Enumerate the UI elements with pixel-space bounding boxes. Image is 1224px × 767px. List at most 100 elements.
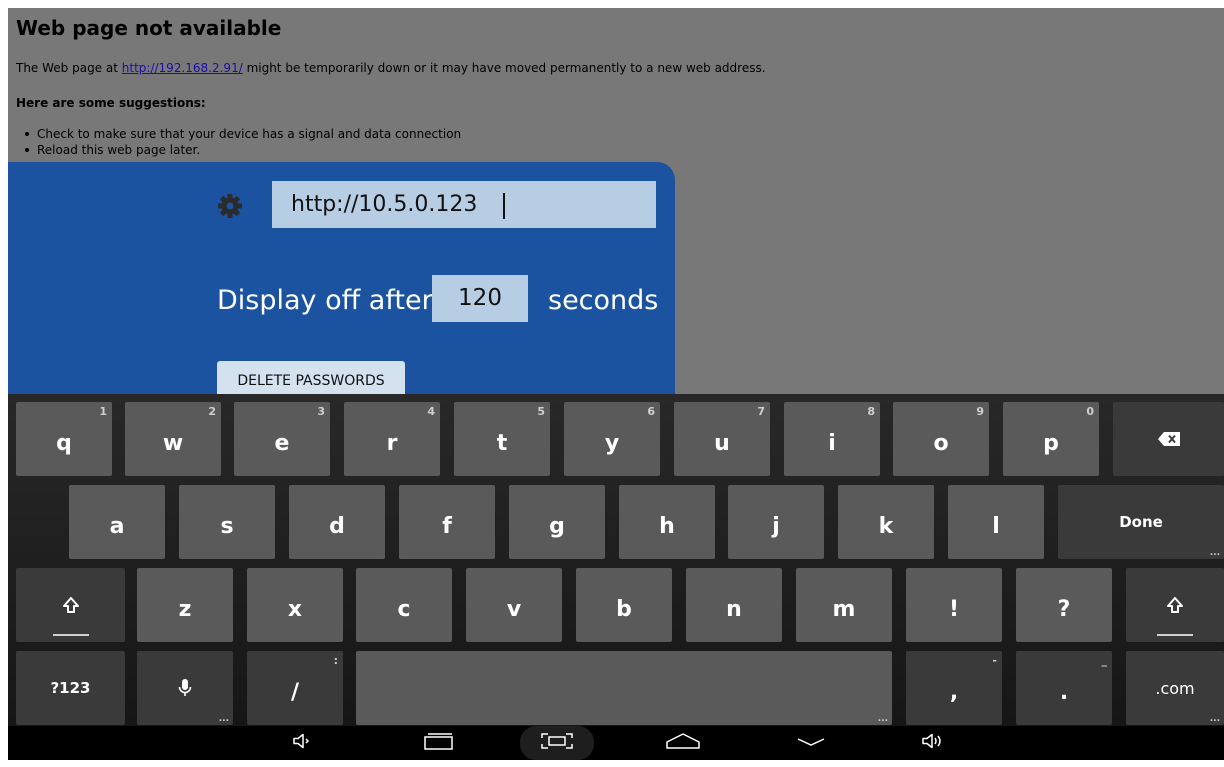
key-label: . [1059, 679, 1069, 705]
key-f[interactable]: f [399, 485, 495, 559]
key-p[interactable]: 0p [1003, 402, 1099, 476]
error-message-suffix: might be temporarily down or it may have… [242, 61, 766, 75]
key-z[interactable]: z [137, 568, 233, 642]
key-hint: 6 [647, 405, 655, 418]
page-title: Web page not available [16, 16, 282, 40]
shift-icon [1166, 596, 1184, 614]
done-label: Done [1119, 513, 1163, 531]
key-g[interactable]: g [509, 485, 605, 559]
key-label: a [109, 513, 125, 539]
mic-key[interactable]: ... [137, 651, 233, 725]
symbols-key[interactable]: ?123 [16, 651, 125, 725]
key-j[interactable]: j [728, 485, 824, 559]
key-slash[interactable]: : / [247, 651, 343, 725]
hide-keyboard-icon [796, 734, 826, 753]
key-label: k [878, 513, 894, 539]
volume-up-button[interactable] [908, 726, 958, 760]
key-w[interactable]: 2w [125, 402, 221, 476]
key-label: c [397, 596, 411, 622]
key-b[interactable]: b [576, 568, 672, 642]
key-label: t [496, 430, 508, 456]
key-label: r [386, 430, 398, 456]
shift-indicator [52, 634, 89, 636]
key-q[interactable]: 1q [16, 402, 112, 476]
key-label: g [549, 513, 565, 539]
shift-key-right[interactable] [1126, 568, 1224, 642]
more-indicator: ... [877, 714, 888, 724]
key-label: w [162, 430, 184, 456]
key-m[interactable]: m [796, 568, 892, 642]
key-question[interactable]: ? [1016, 568, 1112, 642]
key-i[interactable]: 8i [784, 402, 880, 476]
key-label: o [933, 430, 949, 456]
key-label: .com [1155, 678, 1195, 698]
display-off-label: Display off after [217, 285, 433, 316]
key-hint: 4 [427, 405, 435, 418]
key-period[interactable]: _. [1016, 651, 1112, 725]
key-label: / [290, 679, 300, 705]
failed-url-link[interactable]: http://192.168.2.91/ [122, 61, 243, 75]
settings-panel: Display off after seconds DELETE PASSWOR… [8, 162, 675, 402]
key-label: d [329, 513, 345, 539]
suggestions-list: Check to make sure that your device has … [16, 126, 461, 158]
done-key[interactable]: Done... [1058, 485, 1224, 559]
key-x[interactable]: x [247, 568, 343, 642]
soft-keyboard: 1q 2w 3e 4r 5t 6y 7u 8i 9o 0p a s d f g … [8, 394, 1224, 726]
shift-key-left[interactable] [16, 568, 125, 642]
more-indicator: ... [218, 714, 229, 724]
key-label: u [714, 430, 730, 456]
screenshot-button[interactable] [520, 726, 594, 760]
dotcom-key[interactable]: .com... [1126, 651, 1224, 725]
key-e[interactable]: 3e [234, 402, 330, 476]
key-hint: 0 [1086, 405, 1094, 418]
volume-down-button[interactable] [278, 726, 328, 760]
key-k[interactable]: k [838, 485, 934, 559]
hide-keyboard-button[interactable] [786, 726, 836, 760]
key-h[interactable]: h [619, 485, 715, 559]
key-n[interactable]: n [686, 568, 782, 642]
suggestion-item: Reload this web page later. [16, 142, 461, 158]
key-r[interactable]: 4r [344, 402, 440, 476]
key-label: q [56, 430, 72, 456]
key-label: n [726, 596, 742, 622]
key-exclamation[interactable]: ! [906, 568, 1002, 642]
suggestions-heading: Here are some suggestions: [16, 96, 206, 110]
seconds-label: seconds [548, 285, 659, 316]
key-label: f [442, 513, 452, 539]
space-key[interactable]: ... [356, 651, 892, 725]
shift-icon [62, 596, 80, 614]
key-label: j [772, 513, 780, 539]
more-indicator: ... [1209, 548, 1220, 558]
key-d[interactable]: d [289, 485, 385, 559]
key-l[interactable]: l [948, 485, 1044, 559]
key-hint: 5 [537, 405, 545, 418]
key-u[interactable]: 7u [674, 402, 770, 476]
key-t[interactable]: 5t [454, 402, 550, 476]
key-c[interactable]: c [356, 568, 452, 642]
key-label: m [832, 596, 856, 622]
home-button[interactable] [658, 726, 708, 760]
recent-apps-icon [422, 732, 454, 755]
key-hint: 3 [317, 405, 325, 418]
gear-icon[interactable] [217, 193, 243, 219]
recent-apps-button[interactable] [413, 726, 463, 760]
key-label: z [178, 596, 192, 622]
key-a[interactable]: a [69, 485, 165, 559]
key-hint: 8 [867, 405, 875, 418]
server-url-input[interactable] [272, 181, 656, 228]
key-v[interactable]: v [466, 568, 562, 642]
backspace-key[interactable] [1113, 402, 1224, 476]
key-comma[interactable]: -, [906, 651, 1002, 725]
key-label: l [992, 513, 1000, 539]
error-message: The Web page at http://192.168.2.91/ mig… [16, 61, 766, 75]
key-label: v [506, 596, 522, 622]
display-off-seconds-input[interactable] [432, 275, 528, 322]
key-y[interactable]: 6y [564, 402, 660, 476]
key-label: ? [1057, 596, 1071, 622]
key-o[interactable]: 9o [893, 402, 989, 476]
shift-indicator [1157, 634, 1193, 636]
key-label: h [659, 513, 675, 539]
text-caret [503, 193, 505, 219]
key-s[interactable]: s [179, 485, 275, 559]
home-icon [665, 732, 701, 755]
